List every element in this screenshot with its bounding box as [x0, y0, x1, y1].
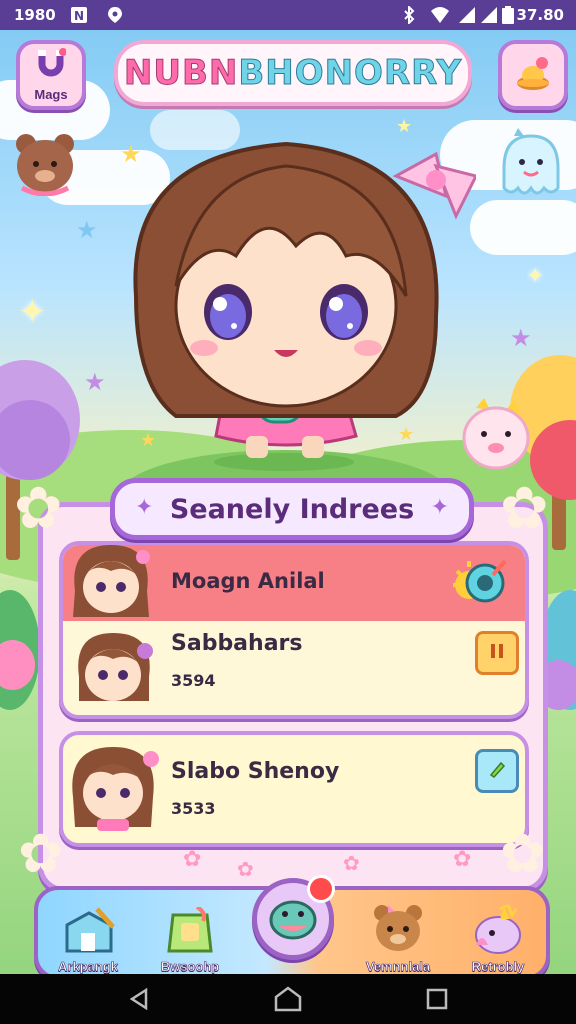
shop-bag-icon — [163, 905, 217, 959]
card-number: 3594 — [171, 671, 216, 690]
bear-icon — [368, 903, 428, 959]
treasure-icon — [513, 53, 553, 97]
star-decoration: ★ — [396, 116, 413, 137]
card-name: Sabbahars — [171, 631, 303, 656]
star-decoration: ★ — [510, 324, 532, 352]
sparkle-decoration: ✦ — [526, 264, 545, 289]
logo-text-pink: NUBN — [123, 53, 239, 94]
nav-label: Vemnnlala — [365, 959, 431, 975]
status-time: 1980 — [14, 6, 56, 24]
nav-item-retrobly[interactable]: Retrobly — [450, 900, 546, 974]
flower-decoration: ✿ — [183, 847, 202, 872]
star-icon: ✦ — [430, 495, 449, 520]
magnet-icon — [36, 48, 67, 82]
sparkle-decoration: ✦ — [18, 292, 47, 332]
status-clock: 37.80 — [516, 6, 564, 24]
card-number: 3533 — [171, 799, 216, 818]
notification-badge — [307, 875, 335, 903]
character-panel: Moagn Anilal Sabbahars 3594 Slabo Shenoy… — [38, 502, 548, 892]
nav-item-vemnnlala[interactable]: Vemnnlala — [350, 900, 446, 974]
recents-icon[interactable] — [426, 988, 448, 1014]
svg-text:N: N — [74, 9, 84, 23]
pause-icon — [488, 642, 506, 664]
signal-icon — [458, 6, 476, 24]
bear-critter[interactable] — [12, 130, 78, 197]
sun-icon[interactable] — [451, 555, 509, 615]
flower-decoration: ✿ — [14, 474, 63, 542]
box-icon — [61, 907, 115, 959]
game-logo: NUBN BHONORRY — [114, 40, 472, 106]
nav-item-arkpangk[interactable]: Arkpangk — [40, 900, 136, 974]
mags-label: Mags — [34, 87, 68, 102]
ghost-critter[interactable] — [496, 128, 566, 202]
avatar — [69, 629, 159, 709]
wifi-icon — [430, 6, 449, 24]
logo-text-cyan: BHONORRY — [238, 53, 463, 94]
card-header-label: Moagn Anilal — [171, 569, 325, 593]
treasure-button[interactable] — [498, 40, 568, 110]
battery-icon — [502, 6, 514, 24]
panel-title-text: Seanely Indrees — [169, 493, 415, 525]
nav-item-bwsoohp[interactable]: Bwsoohp — [142, 900, 238, 974]
avatar — [65, 541, 157, 623]
pause-button[interactable] — [475, 631, 519, 675]
nav-label: Bwsoohp — [160, 959, 220, 975]
back-icon[interactable] — [128, 987, 150, 1014]
cloud — [470, 200, 576, 255]
status-bar: 1980 N 37.80 — [0, 0, 576, 30]
star-decoration: ★ — [84, 368, 106, 396]
avatar — [63, 741, 163, 833]
dino-icon — [267, 894, 319, 944]
panel-title: ✦ Seanely Indrees ✦ — [110, 478, 474, 540]
home-icon[interactable] — [274, 986, 302, 1016]
star-decoration: ★ — [76, 216, 98, 244]
game-screen: 1980 N 37.80 ★ ★ ★ ★ ★ ★ ★ ✦ ✦ Mags NUBN… — [0, 0, 576, 1024]
card-name: Slabo Shenoy — [171, 759, 340, 784]
nav-label: Retrobly — [471, 959, 525, 975]
location-icon — [106, 6, 124, 24]
main-character[interactable] — [106, 136, 479, 472]
flower-decoration: ✿ — [18, 822, 64, 885]
edit-button[interactable] — [475, 749, 519, 793]
flower-decoration: ✿ — [500, 822, 546, 885]
star-icon: ✦ — [135, 495, 154, 520]
bluetooth-icon — [400, 4, 418, 26]
system-nav-bar — [0, 974, 576, 1024]
center-play-button[interactable] — [252, 875, 335, 960]
unicorn-icon — [470, 902, 526, 959]
signal-icon — [480, 6, 498, 24]
notification-icon: N — [70, 6, 88, 24]
nav-label: Arkpangk — [58, 959, 119, 975]
flower-decoration: ✿ — [343, 851, 360, 875]
mags-button[interactable]: Mags — [16, 40, 86, 110]
edit-icon — [487, 759, 507, 783]
flower-decoration: ✿ — [500, 474, 549, 542]
flower-decoration: ✿ — [453, 847, 472, 872]
flower-decoration: ✿ — [237, 857, 254, 881]
